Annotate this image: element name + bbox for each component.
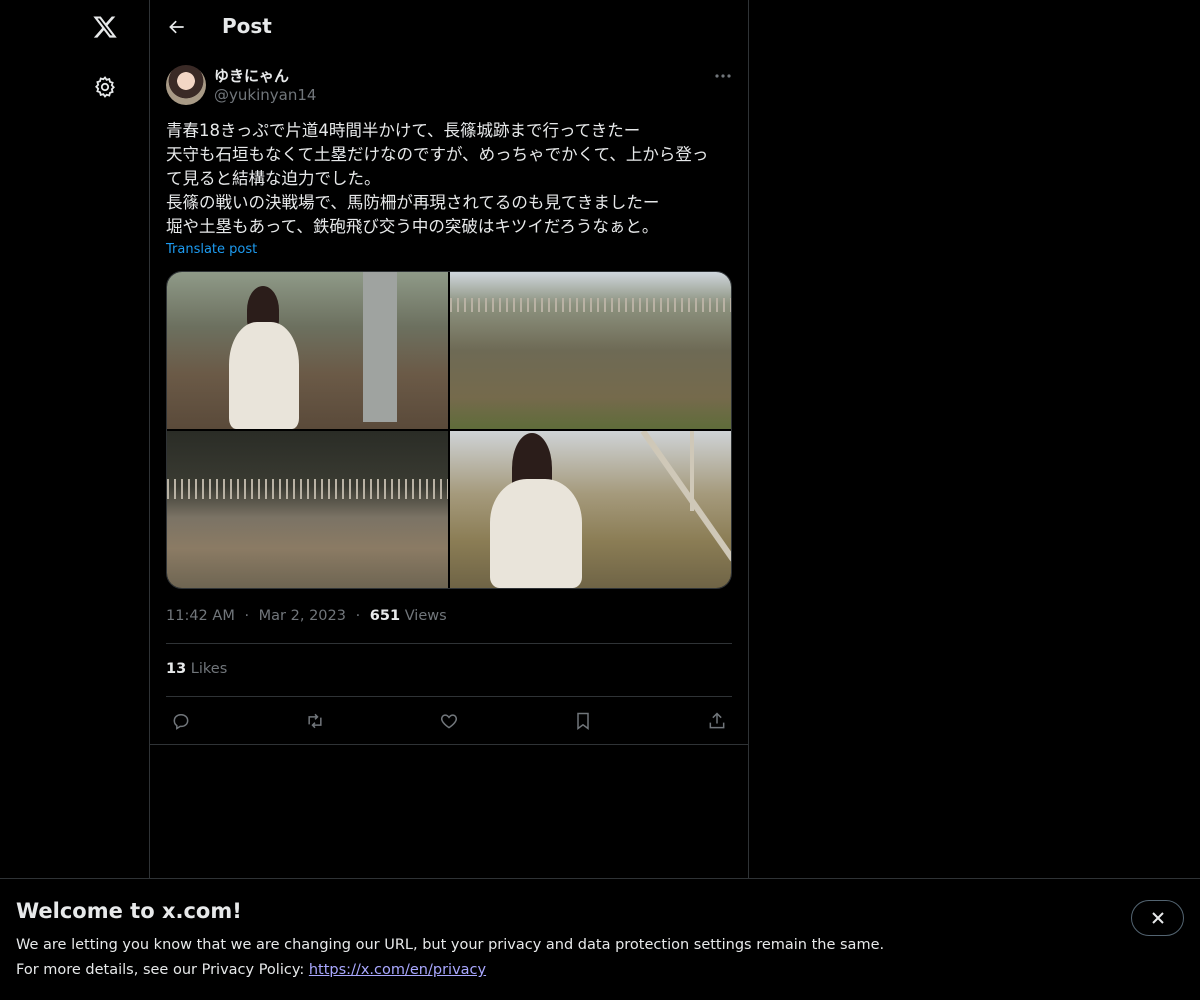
like-button[interactable] — [434, 706, 464, 736]
share-button[interactable] — [702, 706, 732, 736]
author-handle[interactable]: @yukinyan14 — [214, 86, 316, 104]
action-bar — [166, 706, 732, 736]
author-name[interactable]: ゆきにゃん — [214, 65, 289, 86]
post-time[interactable]: 11:42 AM — [166, 608, 235, 624]
post-text: 青春18きっぷで片道4時間半かけて、長篠城跡まで行ってきたー 天守も石垣もなくて… — [166, 119, 732, 239]
media-grid — [166, 271, 732, 589]
post-text-line: 青春18きっぷで片道4時間半かけて、長篠城跡まで行ってきたー — [166, 121, 641, 140]
heart-icon — [440, 714, 458, 729]
repost-button[interactable] — [300, 706, 330, 736]
post-photo[interactable] — [167, 272, 448, 429]
translate-post-link[interactable]: Translate post — [166, 242, 257, 257]
post-photo[interactable] — [450, 272, 731, 429]
divider — [150, 744, 748, 745]
left-nav — [0, 0, 150, 1000]
post-text-line: 天守も石垣もなくて土塁だけなのですが、めっちゃでかくて、上から登っ — [166, 145, 709, 164]
views-count: 651 — [369, 608, 401, 624]
more-icon — [715, 74, 731, 78]
likes-count: 13 — [166, 661, 187, 677]
banner-title: Welcome to x.com! — [16, 899, 242, 923]
back-button[interactable] — [162, 12, 192, 42]
divider — [166, 696, 732, 697]
post-photo[interactable] — [450, 431, 731, 588]
likes-label: Likes — [190, 661, 228, 677]
privacy-policy-link[interactable]: https://x.com/en/privacy — [309, 962, 486, 978]
post-text-line: 長篠の戦いの決戦場で、馬防柵が再現されてるのも見てきましたー — [166, 193, 660, 212]
post-column: Post ゆきにゃん @yukinyan14 青春18きっぷで片道4時間半かけて… — [150, 0, 749, 1000]
meta-separator: · — [355, 608, 361, 624]
post-date[interactable]: Mar 2, 2023 — [259, 608, 346, 624]
banner-text: We are letting you know that we are chan… — [16, 937, 885, 953]
avatar[interactable] — [166, 65, 206, 105]
more-options-button[interactable] — [708, 66, 738, 86]
url-change-banner: Welcome to x.com! We are letting you kno… — [0, 878, 1200, 1000]
post-text-line: 堀や土塁もあって、鉄砲飛び交う中の突破はキツイだろうなぁと。 — [166, 217, 659, 236]
divider — [166, 643, 732, 644]
arrow-left-icon — [169, 20, 184, 34]
x-logo-icon[interactable] — [88, 10, 122, 44]
gear-icon[interactable] — [88, 70, 122, 104]
banner-text: For more details, see our Privacy Policy… — [16, 962, 486, 978]
views-label: Views — [404, 608, 447, 624]
post-photo[interactable] — [167, 431, 448, 588]
likes-link[interactable]: 13 Likes — [166, 661, 227, 677]
reply-button[interactable] — [166, 706, 196, 736]
post-text-line: て見ると結構な迫力でした。 — [166, 169, 381, 188]
post-header: Post — [150, 0, 748, 54]
bookmark-icon — [577, 712, 589, 730]
meta-separator: · — [244, 608, 250, 624]
bookmark-button[interactable] — [568, 706, 598, 736]
close-icon — [1151, 912, 1164, 924]
post-meta: 11:42 AM · Mar 2, 2023 · 651 Views — [166, 608, 447, 624]
close-banner-button[interactable] — [1131, 900, 1184, 936]
share-icon — [709, 712, 725, 729]
page-title: Post — [222, 14, 272, 38]
banner-text-prefix: For more details, see our Privacy Policy… — [16, 962, 309, 978]
repost-icon — [308, 713, 322, 729]
reply-icon — [173, 714, 189, 730]
